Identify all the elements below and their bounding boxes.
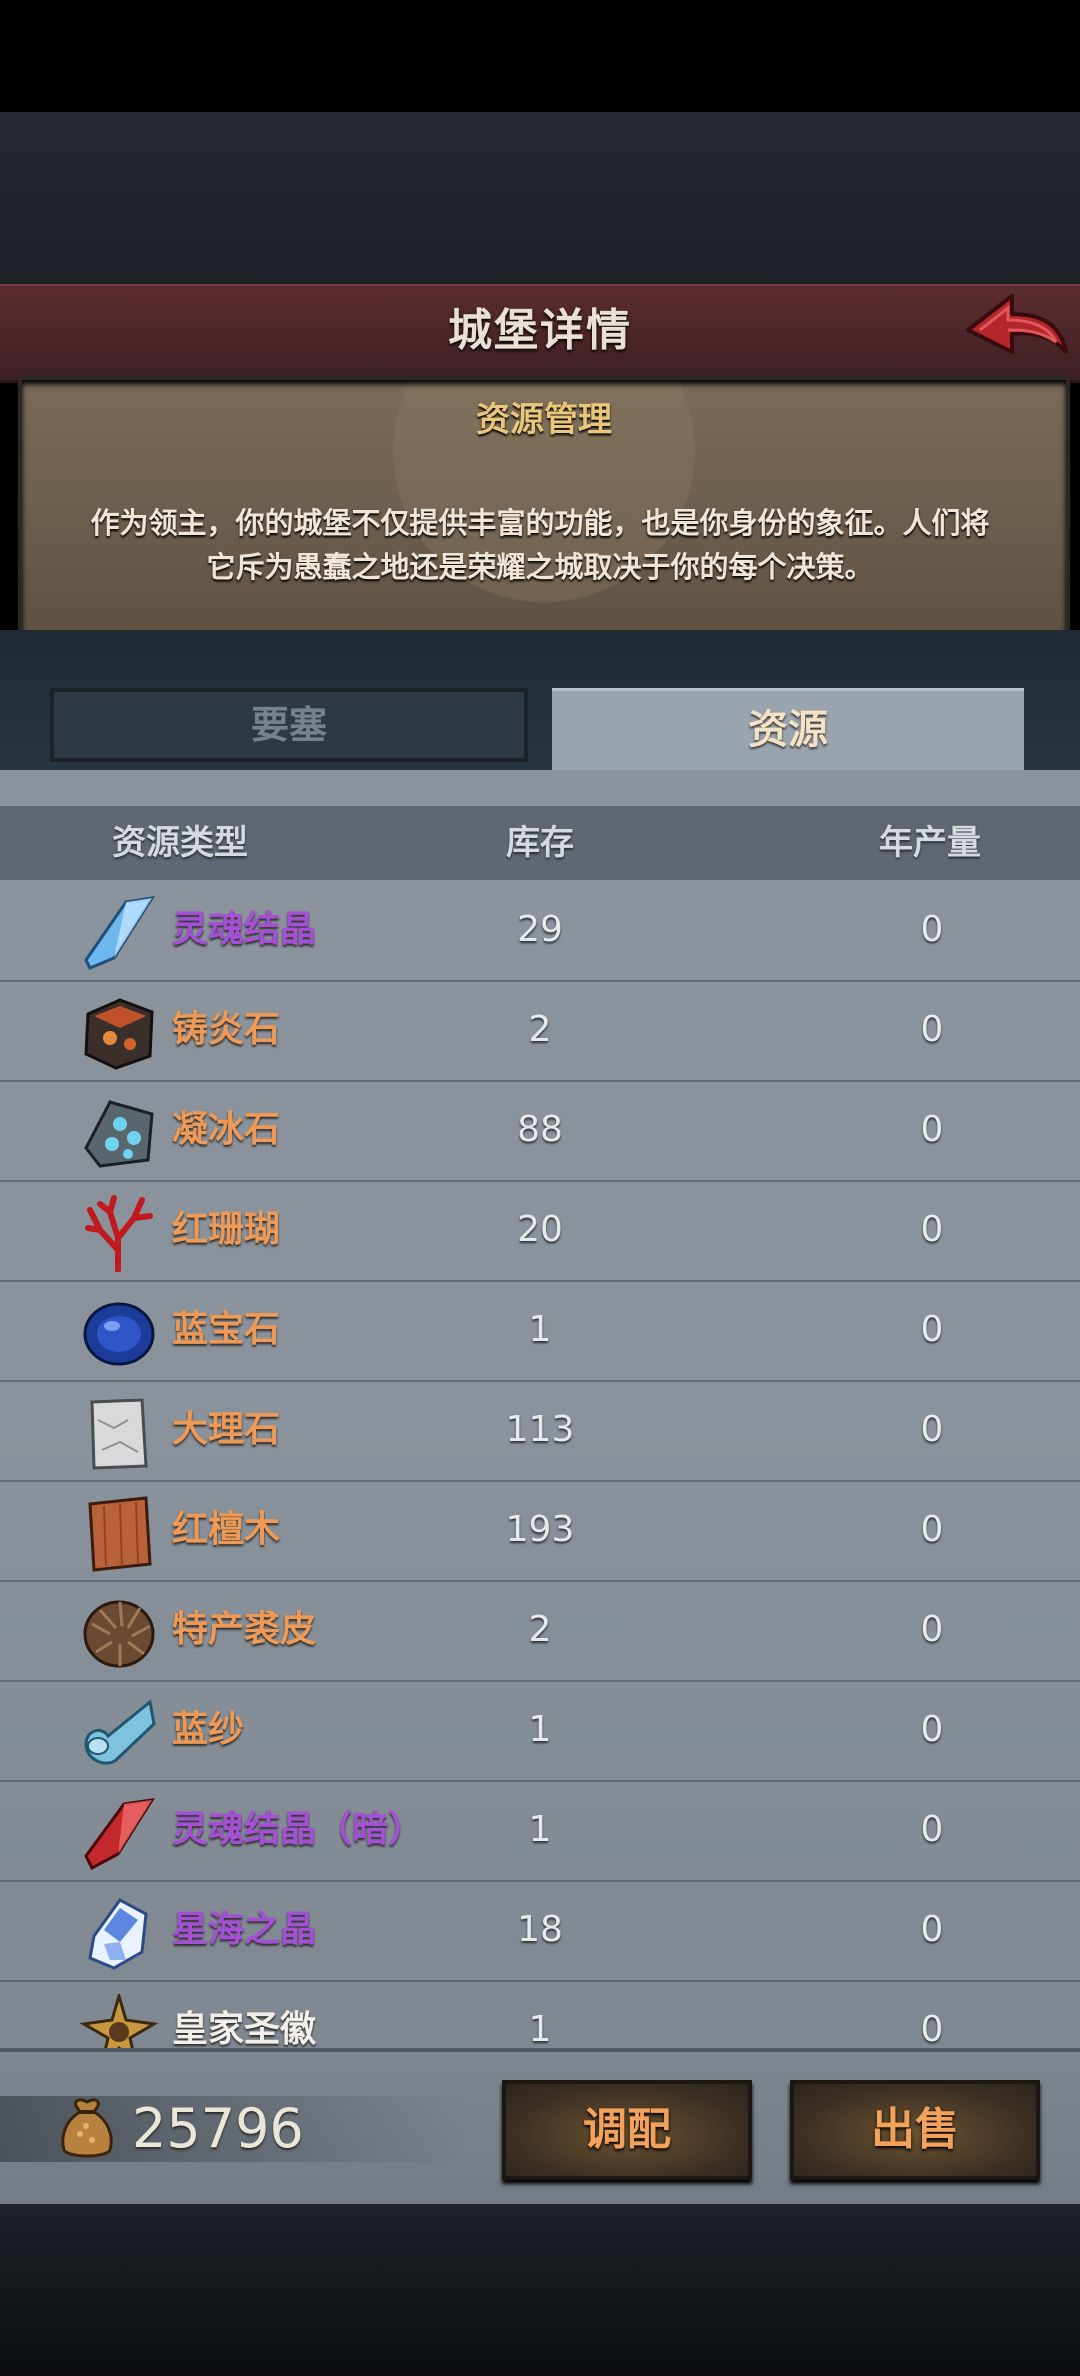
status-bar-area	[0, 0, 1080, 112]
resource-name: 特产裘皮	[172, 1609, 317, 1650]
table-row[interactable]: 特产裘皮 2 0	[0, 1580, 1080, 1682]
intro-text-line-1: 作为领主，你的城堡不仅提供丰富的功能，也是你身份的象征。人们将	[90, 506, 990, 540]
column-header-stock: 库存	[506, 823, 574, 863]
resource-stock: 2	[528, 1609, 552, 1650]
resource-name: 皇家圣徽	[172, 2009, 317, 2048]
sell-button[interactable]: 出售	[790, 2080, 1040, 2180]
resource-name: 星海之晶	[172, 1909, 317, 1950]
resource-yearly: 0	[920, 1609, 944, 1650]
fire-ore-icon	[84, 998, 154, 1070]
table-row[interactable]: 蓝宝石 1 0	[0, 1280, 1080, 1382]
resource-name: 蓝宝石	[172, 1309, 281, 1350]
money-bag-icon	[61, 2098, 113, 2158]
resource-name: 灵魂结晶（暗）	[172, 1809, 425, 1850]
gold-amount: 25796	[132, 2097, 304, 2160]
ice-stone-icon	[84, 1100, 154, 1168]
resource-name: 铸炎石	[172, 1009, 281, 1050]
resource-yearly: 0	[920, 1409, 944, 1450]
column-header-yearly: 年产量	[879, 823, 981, 863]
resource-stock: 1	[528, 2009, 552, 2048]
resource-name: 灵魂结晶	[172, 909, 317, 950]
resource-name: 蓝纱	[172, 1709, 245, 1750]
star-crystal-icon	[88, 1898, 148, 1970]
marble-icon	[90, 1398, 148, 1470]
table-row[interactable]: 灵魂结晶 29 0	[0, 880, 1080, 982]
back-arrow-icon[interactable]	[960, 286, 1072, 372]
resource-stock: 2	[528, 1009, 552, 1050]
table-row[interactable]: 大理石 113 0	[0, 1380, 1080, 1482]
resource-yearly: 0	[920, 1809, 944, 1850]
resource-name: 红檀木	[172, 1509, 281, 1550]
resource-yearly: 0	[920, 1509, 944, 1550]
red-crystal-icon	[84, 1798, 155, 1871]
blue-silk-icon	[84, 1699, 156, 1765]
tab-resources-label[interactable]: 资源	[552, 688, 1024, 772]
table-row[interactable]: 蓝纱 1 0	[0, 1680, 1080, 1782]
resource-yearly: 0	[920, 1109, 944, 1150]
resource-stock: 1	[528, 1309, 552, 1350]
red-sandalwood-icon	[88, 1496, 152, 1572]
resource-stock: 193	[505, 1509, 575, 1550]
resource-name: 大理石	[172, 1409, 281, 1450]
intro-text-line-2: 它斥为愚蠢之地还是荣耀之城取决于你的每个决策。	[206, 550, 874, 584]
resource-yearly: 0	[920, 2009, 944, 2048]
resource-name: 红珊瑚	[172, 1209, 281, 1250]
resource-stock: 29	[517, 909, 563, 950]
table-row[interactable]: 星海之晶 18 0	[0, 1880, 1080, 1982]
table-row[interactable]: 灵魂结晶（暗） 1 0	[0, 1780, 1080, 1882]
intro-subtitle: 资源管理	[476, 400, 612, 440]
red-coral-icon	[85, 1195, 153, 1272]
tab-fortress-label[interactable]: 要塞	[50, 688, 528, 762]
resource-yearly: 0	[920, 909, 944, 950]
sapphire-icon	[83, 1302, 155, 1366]
backdrop	[0, 112, 1080, 284]
resource-stock: 18	[517, 1909, 563, 1950]
royal-emblem-icon	[80, 1994, 158, 2048]
page-title: 城堡详情	[448, 305, 632, 356]
resource-yearly: 0	[920, 1709, 944, 1750]
resource-name: 凝冰石	[172, 1109, 281, 1150]
resource-stock: 113	[505, 1409, 575, 1450]
resource-yearly: 0	[920, 1909, 944, 1950]
resource-stock: 1	[528, 1709, 552, 1750]
table-row[interactable]: 铸炎石 2 0	[0, 980, 1080, 1082]
resource-yearly: 0	[920, 1309, 944, 1350]
table-row[interactable]: 凝冰石 88 0	[0, 1080, 1080, 1182]
fur-icon	[83, 1600, 155, 1668]
resource-yearly: 0	[920, 1209, 944, 1250]
resource-stock: 20	[517, 1209, 563, 1250]
resource-stock: 1	[528, 1809, 552, 1850]
table-row[interactable]: 红珊瑚 20 0	[0, 1180, 1080, 1282]
column-header-type: 资源类型	[112, 823, 248, 863]
resource-yearly: 0	[920, 1009, 944, 1050]
table-row[interactable]: 红檀木 193 0	[0, 1480, 1080, 1582]
blue-crystal-icon	[84, 896, 156, 970]
resource-stock: 88	[517, 1109, 563, 1150]
allocate-button[interactable]: 调配	[502, 2080, 752, 2180]
table-row[interactable]: 皇家圣徽 1 0	[0, 1980, 1080, 2048]
footer-backdrop	[0, 2204, 1080, 2376]
